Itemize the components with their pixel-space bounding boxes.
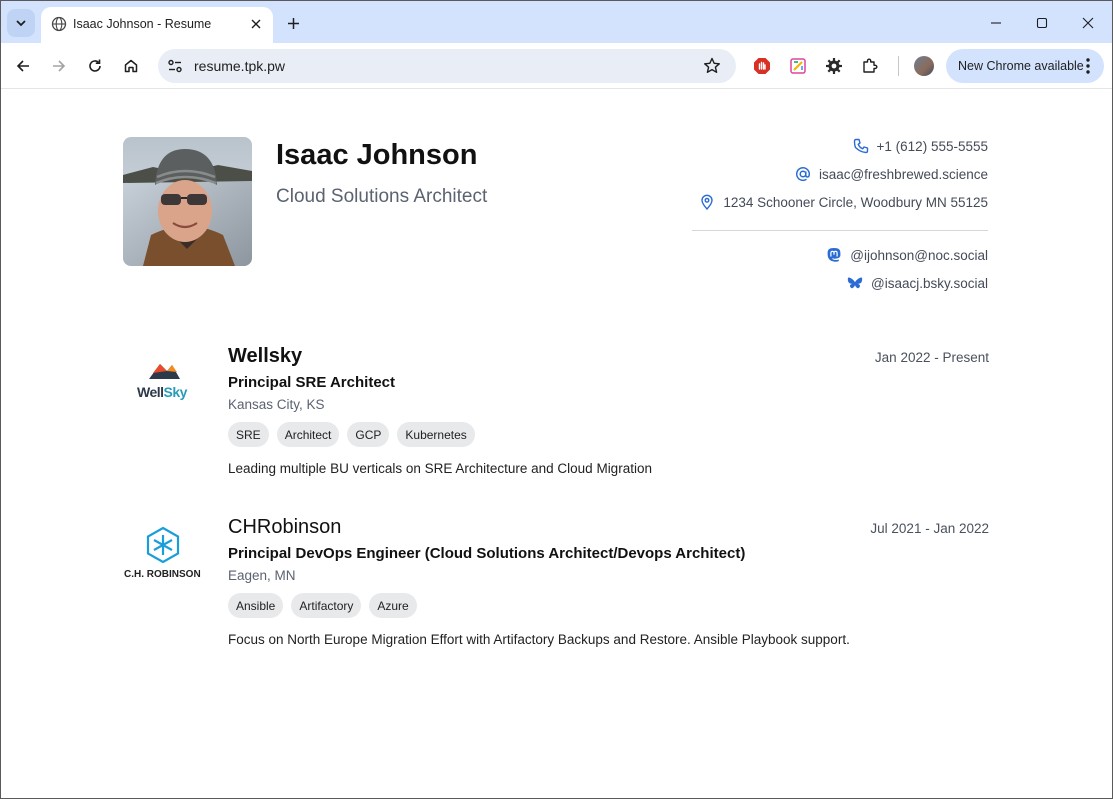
contact-address: 1234 Schooner Circle, Woodbury MN 55125 — [699, 194, 988, 210]
maximize-button[interactable] — [1026, 9, 1058, 37]
job-dates: Jan 2022 - Present — [874, 350, 989, 365]
maximize-icon — [1036, 17, 1048, 29]
svg-text:C.H. ROBINSON: C.H. ROBINSON — [124, 569, 201, 580]
close-icon — [251, 19, 261, 29]
back-button[interactable] — [9, 52, 37, 80]
tab-close-button[interactable] — [247, 15, 265, 33]
chevron-down-icon — [16, 20, 26, 27]
tab-strip: Isaac Johnson - Resume — [1, 1, 1112, 43]
url-text: resume.tpk.pw — [194, 58, 286, 74]
update-label: New Chrome available — [958, 59, 1084, 73]
contact-mastodon[interactable]: @ijohnson@noc.social — [826, 247, 988, 263]
browser-window: Isaac Johnson - Resume resume.tpk.pw New… — [0, 0, 1113, 799]
color-picker-extension-icon[interactable] — [788, 56, 808, 76]
map-pin-icon — [699, 194, 715, 210]
job-location: Eagen, MN — [228, 568, 296, 583]
candidate-name: Isaac Johnson — [276, 139, 478, 171]
minimize-button[interactable] — [980, 9, 1012, 37]
skill-tags: Ansible Artifactory Azure — [228, 593, 417, 618]
address-bar[interactable]: resume.tpk.pw — [158, 49, 736, 83]
wellsky-logo: WellSky — [123, 345, 205, 415]
candidate-title: Cloud Solutions Architect — [276, 186, 488, 207]
tab-search-button[interactable] — [7, 9, 35, 37]
bookmark-star-icon[interactable] — [702, 56, 722, 76]
skill-tag: GCP — [347, 422, 390, 447]
company-name: CHRobinson — [228, 516, 342, 538]
job-title: Principal DevOps Engineer (Cloud Solutio… — [228, 545, 746, 562]
gear-extension-icon[interactable] — [824, 56, 844, 76]
svg-text:WellSky: WellSky — [137, 384, 188, 400]
profile-photo — [123, 137, 252, 266]
skill-tag: Architect — [276, 422, 340, 447]
page-viewport: Isaac Johnson Cloud Solutions Architect … — [1, 89, 1112, 798]
phone-icon — [853, 138, 869, 154]
close-icon — [1082, 17, 1094, 29]
skill-tag: SRE — [228, 422, 269, 447]
skill-tag: Kubernetes — [397, 422, 475, 447]
reload-icon — [89, 59, 101, 72]
minimize-icon — [991, 22, 1001, 24]
home-button[interactable] — [117, 52, 145, 80]
contact-email[interactable]: isaac@freshbrewed.science — [795, 166, 988, 182]
new-tab-button[interactable] — [282, 12, 304, 34]
bluesky-text: @isaacj.bsky.social — [871, 275, 988, 291]
arrow-left-icon — [16, 60, 29, 72]
tab-title: Isaac Johnson - Resume — [73, 17, 212, 31]
new-chrome-available-button[interactable]: New Chrome available — [946, 49, 1104, 83]
close-window-button[interactable] — [1072, 9, 1104, 37]
mastodon-icon — [826, 247, 842, 263]
company-name: Wellsky — [228, 345, 303, 367]
browser-toolbar: resume.tpk.pw New Chrome available — [1, 43, 1112, 89]
address-text: 1234 Schooner Circle, Woodbury MN 55125 — [723, 194, 988, 210]
job-description: Focus on North Europe Migration Effort w… — [228, 632, 850, 647]
skill-tags: SRE Architect GCP Kubernetes — [228, 422, 475, 447]
home-icon — [124, 59, 138, 73]
contact-bluesky[interactable]: @isaacj.bsky.social — [847, 275, 988, 291]
adblock-extension-icon[interactable] — [752, 56, 772, 76]
bluesky-butterfly-icon — [847, 275, 863, 291]
skill-tag: Ansible — [228, 593, 284, 618]
extensions-puzzle-icon[interactable] — [860, 56, 880, 76]
job-description: Leading multiple BU verticals on SRE Arc… — [228, 461, 652, 476]
skill-tag: Artifactory — [291, 593, 362, 618]
contact-phone[interactable]: +1 (612) 555-5555 — [853, 138, 988, 154]
globe-icon — [51, 16, 67, 32]
profile-avatar[interactable] — [914, 56, 934, 76]
site-info-icon[interactable] — [166, 57, 184, 75]
phone-text: +1 (612) 555-5555 — [876, 138, 988, 154]
forward-button[interactable] — [45, 52, 73, 80]
contact-divider — [692, 230, 988, 231]
at-sign-icon — [795, 166, 811, 182]
reload-button[interactable] — [81, 52, 109, 80]
more-options-icon[interactable] — [1083, 57, 1093, 75]
job-title: Principal SRE Architect — [228, 374, 395, 391]
mastodon-text: @ijohnson@noc.social — [850, 247, 988, 263]
arrow-right-icon — [53, 60, 66, 72]
email-text: isaac@freshbrewed.science — [818, 166, 988, 182]
skill-tag: Azure — [369, 593, 417, 618]
toolbar-divider — [898, 56, 899, 76]
job-location: Kansas City, KS — [228, 397, 325, 412]
plus-icon — [287, 17, 299, 29]
job-dates: Jul 2021 - Jan 2022 — [870, 521, 989, 536]
tab-active[interactable]: Isaac Johnson - Resume — [41, 7, 273, 43]
chrobinson-logo: C.H. ROBINSON — [123, 516, 205, 586]
